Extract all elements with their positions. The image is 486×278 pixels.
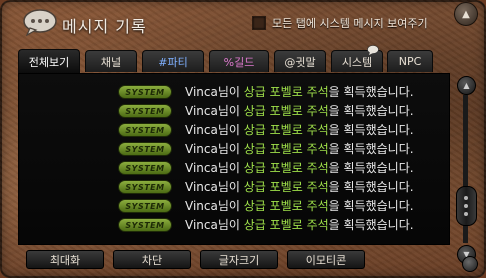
emoticon-button[interactable]: 이모티콘 — [287, 250, 365, 269]
grip-dot — [464, 212, 468, 217]
show-all-checkbox-label: 모든 탭에 시스템 메시지 보여주기 — [272, 17, 428, 30]
chat-message-row: SYSTEM Vinca님이 상급 포벨로 주석을 획득했습니다. — [19, 177, 449, 196]
tab-party[interactable]: #파티 — [142, 50, 204, 72]
message-text: Vinca님이 상급 포벨로 주석을 획득했습니다. — [185, 121, 414, 138]
message-prefix: Vinca님이 — [185, 85, 244, 99]
tab-label: NPC — [398, 55, 422, 68]
message-suffix: 을 획득했습니다. — [328, 85, 414, 99]
message-prefix: Vinca님이 — [185, 123, 244, 137]
message-prefix: Vinca님이 — [185, 199, 244, 213]
message-text: Vinca님이 상급 포벨로 주석을 획득했습니다. — [185, 197, 414, 214]
show-all-system-messages-toggle[interactable]: 모든 탭에 시스템 메시지 보여주기 — [252, 14, 428, 32]
message-suffix: 을 획득했습니다. — [328, 104, 414, 118]
message-suffix: 을 획득했습니다. — [328, 199, 414, 213]
message-text: Vinca님이 상급 포벨로 주석을 획득했습니다. — [185, 159, 414, 176]
speech-bubble-icon — [23, 9, 57, 36]
message-item-name: 상급 포벨로 주석 — [243, 142, 329, 156]
chat-message-row: SYSTEM Vinca님이 상급 포벨로 주석을 획득했습니다. — [19, 120, 449, 139]
message-text: Vinca님이 상급 포벨로 주석을 획득했습니다. — [185, 102, 414, 119]
chat-message-row: SYSTEM Vinca님이 상급 포벨로 주석을 획득했습니다. — [19, 196, 449, 215]
message-text: Vinca님이 상급 포벨로 주석을 획득했습니다. — [185, 83, 414, 100]
chat-message-area: SYSTEM Vinca님이 상급 포벨로 주석을 획득했습니다. SYSTEM… — [18, 73, 450, 245]
message-item-name: 상급 포벨로 주석 — [243, 161, 329, 175]
system-badge: SYSTEM — [118, 123, 172, 137]
grip-dot — [464, 196, 468, 201]
tab-label: 채널 — [100, 55, 122, 69]
resize-grip-icon[interactable] — [462, 256, 478, 272]
message-item-name: 상급 포벨로 주석 — [243, 218, 329, 232]
system-badge: SYSTEM — [118, 85, 172, 99]
system-badge: SYSTEM — [118, 180, 172, 194]
message-prefix: Vinca님이 — [185, 161, 244, 175]
chat-message-row: SYSTEM Vinca님이 상급 포벨로 주석을 획득했습니다. — [19, 82, 449, 101]
message-suffix: 을 획득했습니다. — [328, 161, 414, 175]
system-badge: SYSTEM — [118, 218, 172, 232]
tab-guild[interactable]: %길드 — [209, 50, 269, 72]
message-item-name: 상급 포벨로 주석 — [243, 104, 329, 118]
window-title: 메시지 기록 — [62, 17, 147, 36]
message-item-name: 상급 포벨로 주석 — [243, 199, 329, 213]
tab-all[interactable]: 전체보기 — [18, 49, 80, 73]
message-prefix: Vinca님이 — [185, 180, 244, 194]
message-prefix: Vinca님이 — [185, 142, 244, 156]
system-badge: SYSTEM — [118, 199, 172, 213]
message-prefix: Vinca님이 — [185, 218, 244, 232]
show-all-checkbox[interactable] — [252, 16, 266, 30]
message-item-name: 상급 포벨로 주석 — [243, 180, 329, 194]
chat-scrollbar[interactable]: ▲ ▼ — [455, 73, 477, 265]
npc-bubble-icon — [367, 45, 379, 55]
tab-npc[interactable]: NPC — [387, 50, 433, 72]
grip-dot — [464, 204, 468, 209]
chat-message-row: SYSTEM Vinca님이 상급 포벨로 주석을 획득했습니다. — [19, 101, 449, 120]
message-suffix: 을 획득했습니다. — [328, 218, 414, 232]
message-text: Vinca님이 상급 포벨로 주석을 획득했습니다. — [185, 140, 414, 157]
tab-label: %길드 — [223, 55, 255, 69]
message-item-name: 상급 포벨로 주석 — [243, 85, 329, 99]
font-size-button-label: 글자크기 — [218, 253, 260, 267]
tab-whisper[interactable]: @귓말 — [274, 50, 326, 72]
chat-message-row: SYSTEM Vinca님이 상급 포벨로 주석을 획득했습니다. — [19, 215, 449, 234]
system-badge: SYSTEM — [118, 161, 172, 175]
system-badge: SYSTEM — [118, 142, 172, 156]
tab-label: #파티 — [158, 55, 188, 69]
block-button-label: 차단 — [141, 253, 163, 267]
chat-message-row: SYSTEM Vinca님이 상급 포벨로 주석을 획득했습니다. — [19, 139, 449, 158]
tab-channel[interactable]: 채널 — [85, 50, 137, 72]
maximize-button[interactable]: 최대화 — [26, 250, 104, 269]
message-text: Vinca님이 상급 포벨로 주석을 획득했습니다. — [185, 216, 414, 233]
message-suffix: 을 획득했습니다. — [328, 123, 414, 137]
message-prefix: Vinca님이 — [185, 104, 244, 118]
arrow-up-icon[interactable]: ▲ — [457, 76, 476, 95]
message-suffix: 을 획득했습니다. — [328, 142, 414, 156]
message-item-name: 상급 포벨로 주석 — [243, 123, 329, 137]
maximize-button-label: 최대화 — [49, 253, 81, 267]
scroll-thumb[interactable] — [456, 186, 477, 227]
chat-message-row: SYSTEM Vinca님이 상급 포벨로 주석을 획득했습니다. — [19, 158, 449, 177]
tab-label: @귓말 — [284, 55, 316, 69]
emoticon-button-label: 이모티콘 — [305, 253, 347, 267]
block-button[interactable]: 차단 — [113, 250, 191, 269]
message-suffix: 을 획득했습니다. — [328, 180, 414, 194]
font-size-button[interactable]: 글자크기 — [200, 250, 278, 269]
system-badge: SYSTEM — [118, 104, 172, 118]
message-text: Vinca님이 상급 포벨로 주석을 획득했습니다. — [185, 178, 414, 195]
tab-label: 시스템 — [341, 55, 373, 69]
chevron-up-icon[interactable]: ▲ — [454, 2, 478, 26]
message-log-window: 메시지 기록 모든 탭에 시스템 메시지 보여주기 ▲ 전체보기 채널 #파티 … — [0, 0, 486, 278]
tab-label: 전체보기 — [28, 55, 70, 69]
